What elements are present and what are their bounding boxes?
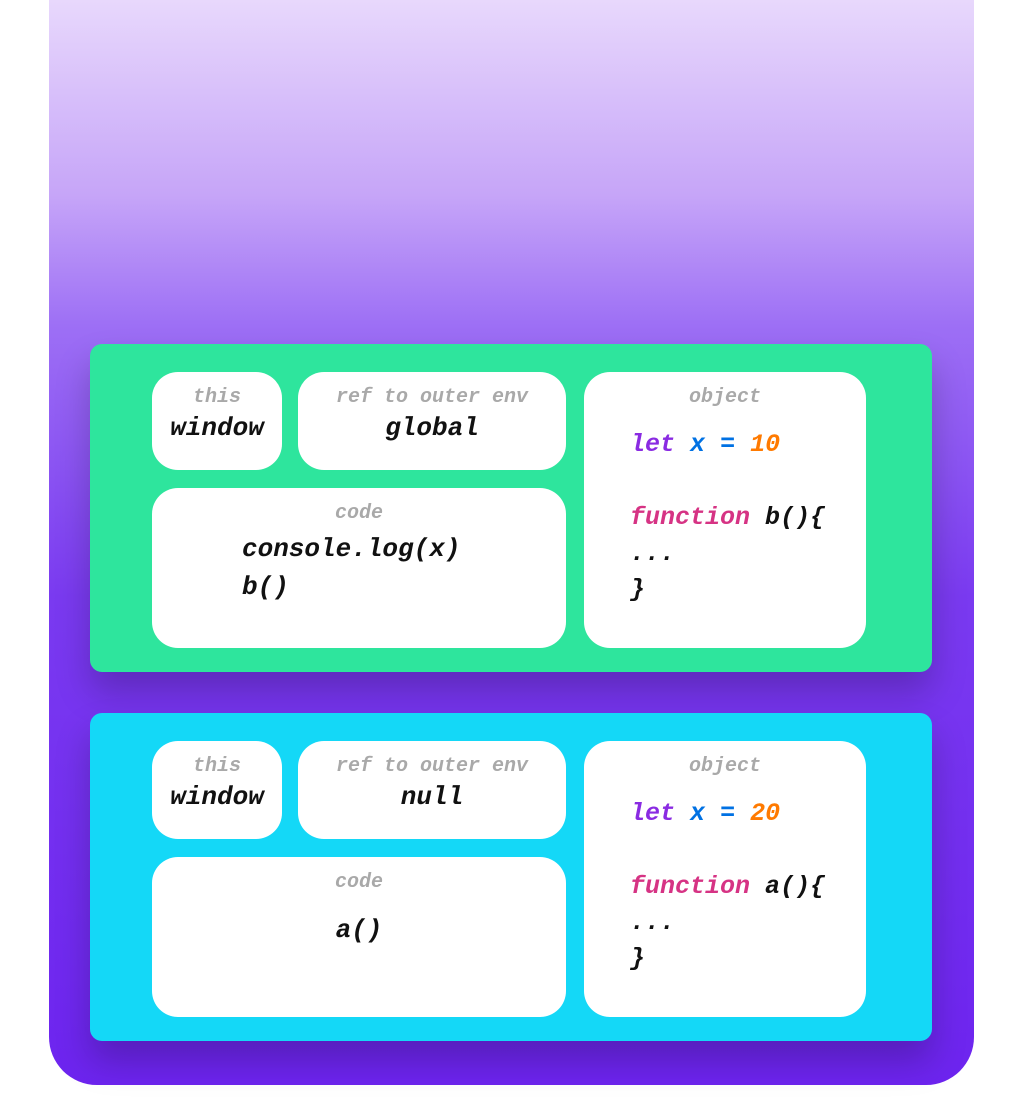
this-value: window (152, 409, 282, 454)
execution-context-a: this window ref to outer env global code… (90, 344, 932, 672)
code-panel: code console.log(x) b() (152, 488, 566, 648)
this-label: this (152, 741, 282, 778)
outer-ref-panel: ref to outer env global (298, 372, 566, 470)
object-panel: object let x = 10 function b(){ ... } (584, 372, 866, 648)
this-panel: this window (152, 741, 282, 839)
object-label: object (584, 372, 866, 409)
object-func-line: function a(){ (630, 869, 866, 905)
object-ellipsis: ... (630, 536, 866, 572)
code-label: code (152, 488, 566, 525)
execution-context-global: this window ref to outer env null code a… (90, 713, 932, 1041)
code-body: console.log(x) b() (152, 525, 566, 606)
object-func-line: function b(){ (630, 500, 866, 536)
object-body: let x = 20 function a(){ ... } (584, 778, 866, 977)
code-body: a() (152, 894, 566, 950)
object-let-line: let x = 10 (630, 427, 866, 463)
object-close-brace: } (630, 941, 866, 977)
outer-ref-value: null (298, 778, 566, 823)
object-panel: object let x = 20 function a(){ ... } (584, 741, 866, 1017)
code-panel: code a() (152, 857, 566, 1017)
outer-ref-label: ref to outer env (298, 372, 566, 409)
code-line: b() (242, 569, 566, 607)
diagram-canvas: this window ref to outer env global code… (49, 0, 974, 1085)
object-label: object (584, 741, 866, 778)
this-panel: this window (152, 372, 282, 470)
object-let-line: let x = 20 (630, 796, 866, 832)
code-label: code (152, 857, 566, 894)
this-label: this (152, 372, 282, 409)
outer-ref-label: ref to outer env (298, 741, 566, 778)
object-body: let x = 10 function b(){ ... } (584, 409, 866, 608)
outer-ref-value: global (298, 409, 566, 454)
outer-ref-panel: ref to outer env null (298, 741, 566, 839)
code-line: a() (152, 912, 566, 950)
object-ellipsis: ... (630, 905, 866, 941)
object-close-brace: } (630, 572, 866, 608)
code-line: console.log(x) (242, 531, 566, 569)
this-value: window (152, 778, 282, 823)
